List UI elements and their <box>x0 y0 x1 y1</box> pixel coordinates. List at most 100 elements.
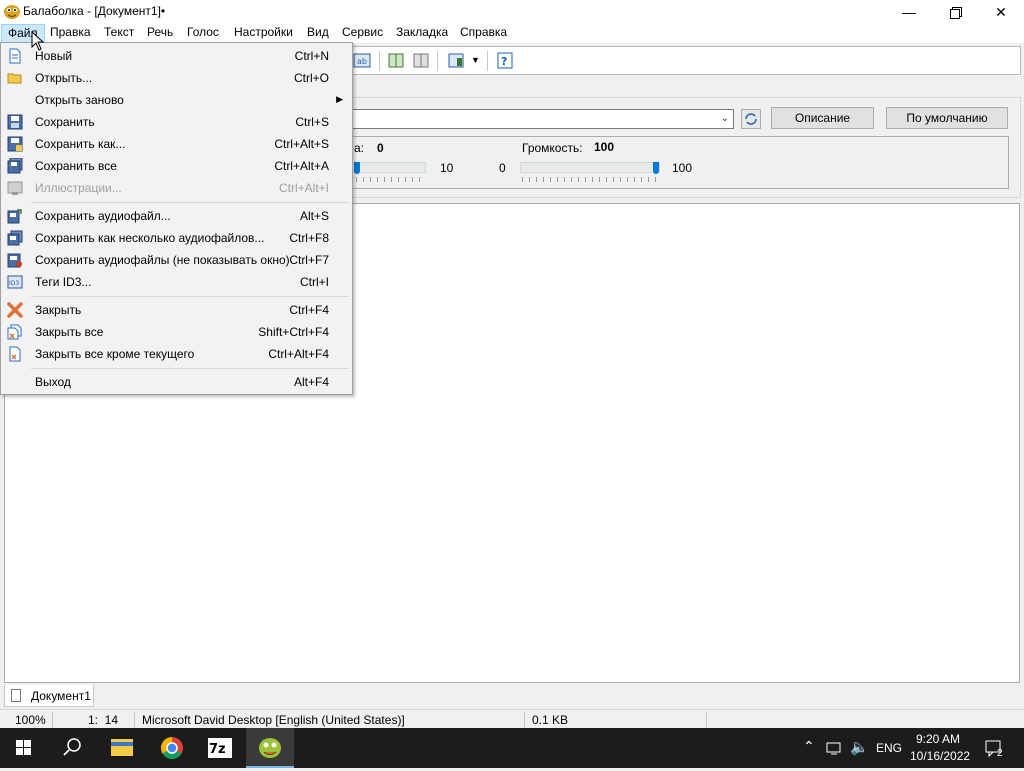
minimize-button[interactable]: — <box>886 0 932 24</box>
volume-slider-ticks <box>522 177 658 182</box>
menu-item-shortcut: Alt+F4 <box>293 375 329 389</box>
menu-item-close[interactable]: Закрыть Ctrl+F4 <box>2 299 351 321</box>
rate-slider-track[interactable] <box>354 162 426 173</box>
file-explorer-button[interactable] <box>98 728 146 768</box>
menu-service[interactable]: Сервис <box>336 24 389 43</box>
book-gray-icon[interactable] <box>412 52 430 69</box>
menu-item-label: Иллюстрации... <box>35 181 122 195</box>
menu-item-save-as[interactable]: Сохранить как... Ctrl+Alt+S <box>2 133 351 155</box>
voice-select[interactable]: ⌄ <box>352 109 734 129</box>
menu-item-label: Сохранить все <box>35 159 117 173</box>
menu-item-shortcut: Ctrl+S <box>295 115 329 129</box>
status-cursor-position: 1: 14 <box>88 713 119 727</box>
menu-item-reopen[interactable]: Открыть заново ▶ <box>2 89 351 111</box>
menu-item-label: Сохранить <box>35 115 95 129</box>
svg-text:7z: 7z <box>209 742 226 757</box>
file-menu-dropdown: Новый Ctrl+N Открыть... Ctrl+O Открыть з… <box>0 42 353 395</box>
description-button[interactable]: Описание <box>771 107 874 129</box>
menu-edit[interactable]: Правка <box>44 24 97 43</box>
menu-bookmark[interactable]: Закладка <box>390 24 454 43</box>
menu-item-label: Сохранить как... <box>35 137 126 151</box>
menu-item-label: Открыть... <box>35 71 93 85</box>
menu-help[interactable]: Справка <box>454 24 513 43</box>
menu-item-shortcut: Alt+S <box>299 209 329 223</box>
read-aloud-icon[interactable]: ab <box>353 52 371 69</box>
network-icon[interactable] <box>826 740 844 756</box>
submenu-arrow-icon: ▶ <box>336 94 343 104</box>
audio-book-icon[interactable] <box>447 52 465 69</box>
dropdown-arrow-icon[interactable]: ▼ <box>471 55 480 65</box>
menu-item-shortcut: Ctrl+F8 <box>289 231 329 245</box>
book-icon[interactable] <box>387 52 405 69</box>
svg-text:?: ? <box>501 55 507 68</box>
rate-label: а: <box>354 141 365 155</box>
menu-item-label: Сохранить аудиофайл... <box>35 209 171 223</box>
menu-item-open[interactable]: Открыть... Ctrl+O <box>2 67 351 89</box>
menu-voice[interactable]: Голос <box>181 24 225 43</box>
rate-max-label: 10 <box>440 161 454 175</box>
status-bar: 100% 1: 14 Microsoft David Desktop [Engl… <box>0 709 1024 729</box>
refresh-icon <box>745 113 757 125</box>
menu-item-label: Открыть заново <box>35 93 124 107</box>
search-icon <box>63 738 81 756</box>
chrome-icon <box>161 737 183 759</box>
volume-slider-track[interactable] <box>520 162 660 173</box>
volume-icon[interactable]: 🔈 <box>850 738 869 756</box>
language-indicator[interactable]: ENG <box>876 741 902 755</box>
clock-date[interactable]: 10/16/2022 <box>910 749 970 763</box>
balabolka-app-icon <box>4 5 20 19</box>
volume-label: Громкость: <box>522 141 583 155</box>
rate-slider-thumb[interactable] <box>354 162 360 174</box>
default-button[interactable]: По умолчанию <box>886 107 1008 129</box>
7zip-button[interactable]: 7z <box>196 728 244 768</box>
menu-item-new[interactable]: Новый Ctrl+N <box>2 45 351 67</box>
notification-count: 2 <box>997 748 1003 759</box>
open-folder-icon <box>7 73 22 84</box>
menu-speech[interactable]: Речь <box>141 24 179 43</box>
help-icon[interactable]: ? <box>496 52 514 69</box>
illustrations-icon <box>7 181 23 195</box>
rate-slider-ticks <box>356 177 426 182</box>
menu-item-label: Теги ID3... <box>35 275 92 289</box>
start-button[interactable] <box>0 728 48 768</box>
document-icon <box>11 689 21 702</box>
menu-item-illustrations[interactable]: Иллюстрации... Ctrl+Alt+I <box>2 177 351 199</box>
menu-bar: Файл Правка Текст Речь Голос Настройки В… <box>0 24 1024 43</box>
clock-time[interactable]: 9:20 AM <box>916 732 960 746</box>
tab-document-label: Документ1 <box>31 689 91 703</box>
close-window-button[interactable]: ✕ <box>978 0 1024 24</box>
save-audio-icon <box>7 209 22 224</box>
save-multiple-audio-icon <box>7 230 23 246</box>
menu-item-save-audio[interactable]: Сохранить аудиофайл... Alt+S <box>2 205 351 227</box>
refresh-voices-button[interactable] <box>741 109 761 129</box>
search-button[interactable] <box>48 728 96 768</box>
menu-item-save-multiple-audio[interactable]: Сохранить как несколько аудиофайлов... C… <box>2 227 351 249</box>
menu-item-shortcut: Ctrl+Alt+F4 <box>268 347 329 361</box>
balabolka-icon <box>259 738 281 758</box>
menu-item-close-others[interactable]: Закрыть все кроме текущего Ctrl+Alt+F4 <box>2 343 351 365</box>
menu-text[interactable]: Текст <box>98 24 140 43</box>
menu-item-save-audio-silent[interactable]: Сохранить аудиофайлы (не показывать окно… <box>2 249 351 271</box>
tray-chevron-up-icon[interactable]: ⌃ <box>803 738 815 755</box>
menu-item-save[interactable]: Сохранить Ctrl+S <box>2 111 351 133</box>
menu-item-close-all[interactable]: Закрыть все Shift+Ctrl+F4 <box>2 321 351 343</box>
menu-item-save-all[interactable]: Сохранить все Ctrl+Alt+A <box>2 155 351 177</box>
id3-tags-icon: ID3 <box>7 275 23 289</box>
balabolka-taskbar-button[interactable] <box>246 728 294 768</box>
menu-item-shortcut: Ctrl+N <box>294 49 329 63</box>
menu-item-label: Закрыть все <box>35 325 104 339</box>
menu-item-shortcut: Ctrl+I <box>299 275 329 289</box>
menu-item-id3-tags[interactable]: ID3 Теги ID3... Ctrl+I <box>2 271 351 293</box>
menu-view[interactable]: Вид <box>301 24 335 43</box>
menu-settings[interactable]: Настройки <box>228 24 299 43</box>
tab-document[interactable]: Документ1 <box>4 685 94 707</box>
chrome-button[interactable] <box>148 728 196 768</box>
close-all-icon <box>7 324 22 340</box>
menu-separator <box>31 296 349 297</box>
menu-item-label: Сохранить как несколько аудиофайлов... <box>35 231 265 245</box>
volume-slider-thumb[interactable] <box>653 162 659 174</box>
7zip-icon: 7z <box>208 738 232 758</box>
menu-item-exit[interactable]: Выход Alt+F4 <box>2 371 351 393</box>
restore-button[interactable] <box>932 0 978 24</box>
menu-separator <box>31 202 349 203</box>
